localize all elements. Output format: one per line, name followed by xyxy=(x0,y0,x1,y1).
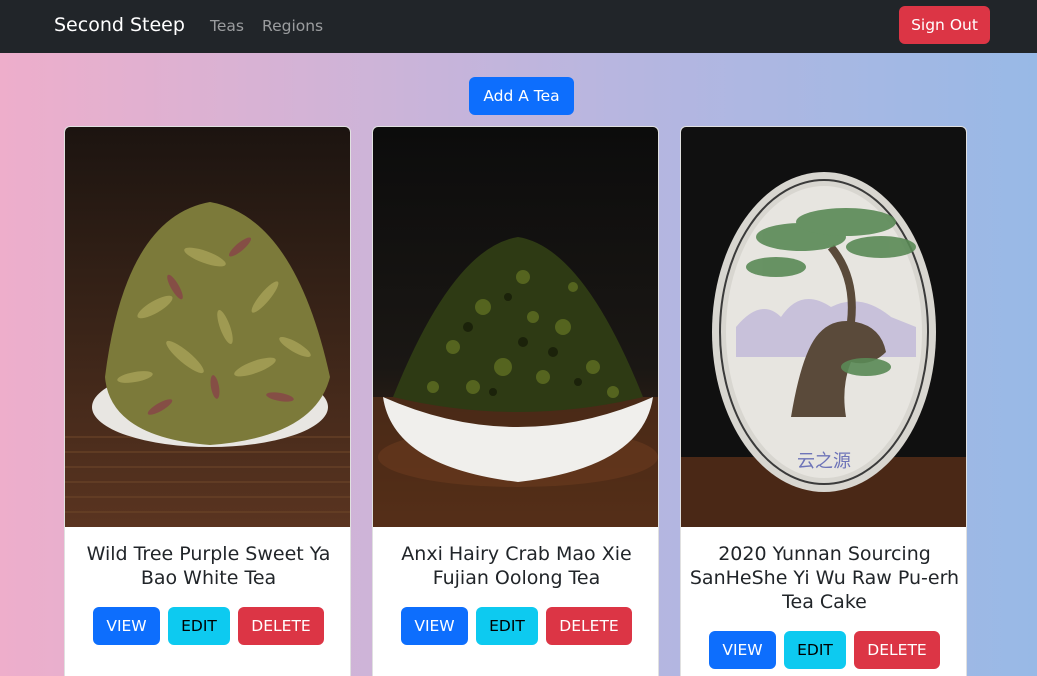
tea-image: 云之源 xyxy=(681,127,966,527)
navbar: Second Steep Teas Regions Sign Out xyxy=(0,0,1037,53)
add-tea-button[interactable]: Add A Tea xyxy=(469,77,574,115)
tea-name: Anxi Hairy Crab Mao Xie Fujian Oolong Te… xyxy=(401,543,632,589)
tea-name: Wild Tree Purple Sweet Ya Bao White Tea xyxy=(86,543,331,589)
delete-button[interactable]: DELETE xyxy=(546,607,632,645)
delete-button[interactable]: DELETE xyxy=(854,631,940,669)
edit-button[interactable]: EDIT xyxy=(476,607,538,645)
tea-image xyxy=(373,127,658,527)
cake-stamp-text: 云之源 xyxy=(797,451,851,472)
view-button[interactable]: VIEW xyxy=(401,607,468,645)
view-button[interactable]: VIEW xyxy=(93,607,160,645)
card-actions: VIEW EDIT DELETE xyxy=(65,607,350,645)
nav-link-regions[interactable]: Regions xyxy=(262,15,323,37)
edit-button[interactable]: EDIT xyxy=(168,607,230,645)
tea-card: Anxi Hairy Crab Mao Xie Fujian Oolong Te… xyxy=(372,126,659,676)
card-actions: VIEW EDIT DELETE xyxy=(373,607,658,645)
sign-out-button[interactable]: Sign Out xyxy=(899,6,990,44)
brand-logo[interactable]: Second Steep xyxy=(54,12,185,38)
nav-link-teas[interactable]: Teas xyxy=(210,15,244,37)
tea-card: 云之源 2020 Yunnan Sourcing SanHeShe Yi Wu … xyxy=(680,126,967,676)
view-button[interactable]: VIEW xyxy=(709,631,776,669)
edit-button[interactable]: EDIT xyxy=(784,631,846,669)
card-actions: VIEW EDIT DELETE xyxy=(681,631,966,669)
tea-card: Wild Tree Purple Sweet Ya Bao White Tea … xyxy=(64,126,351,676)
tea-image xyxy=(65,127,350,527)
tea-name: 2020 Yunnan Sourcing SanHeShe Yi Wu Raw … xyxy=(689,543,960,613)
delete-button[interactable]: DELETE xyxy=(238,607,324,645)
